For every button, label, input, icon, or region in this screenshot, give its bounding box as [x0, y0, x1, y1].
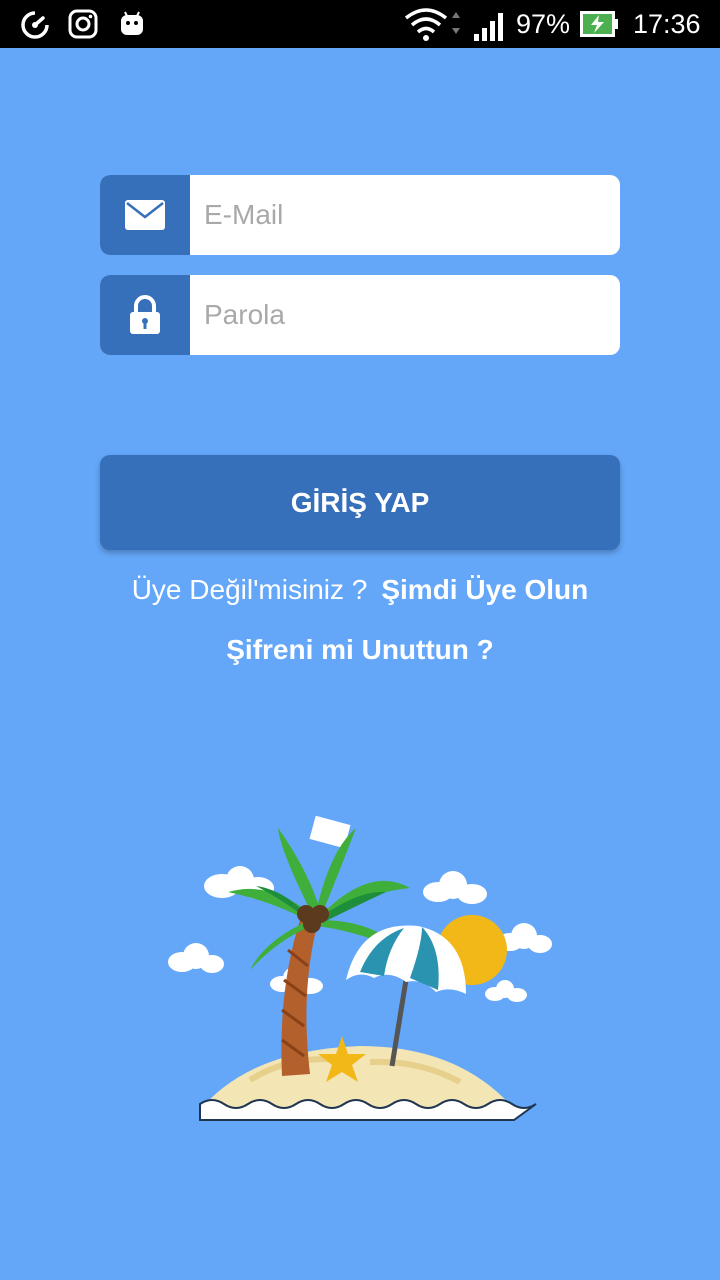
email-icon-box	[100, 175, 190, 255]
password-input[interactable]	[190, 275, 614, 355]
signup-row: Üye Değil'misiniz ? Şimdi Üye Olun	[0, 574, 720, 606]
forgot-password-link[interactable]: Şifreni mi Unuttun ?	[0, 634, 720, 666]
email-input[interactable]	[190, 175, 614, 255]
password-field[interactable]	[100, 275, 620, 355]
signup-link[interactable]: Şimdi Üye Olun	[381, 574, 588, 605]
signal-icon	[474, 13, 503, 41]
wifi-icon	[404, 8, 460, 41]
clock: 17:36	[633, 9, 701, 39]
lock-icon	[130, 295, 160, 334]
login-button[interactable]: GİRİŞ YAP	[100, 455, 620, 550]
signup-prompt: Üye Değil'misiniz ?	[131, 574, 368, 605]
battery-charging-icon	[580, 11, 618, 37]
envelope-icon	[125, 200, 165, 230]
battery-percent: 97%	[516, 9, 571, 39]
status-bar: 97% 17:36	[0, 0, 720, 48]
password-icon-box	[100, 275, 190, 355]
instagram-icon	[68, 9, 98, 39]
beach-illustration	[168, 815, 552, 1121]
speedometer-icon	[21, 11, 49, 39]
email-field[interactable]	[100, 175, 620, 255]
android-icon	[121, 11, 143, 35]
